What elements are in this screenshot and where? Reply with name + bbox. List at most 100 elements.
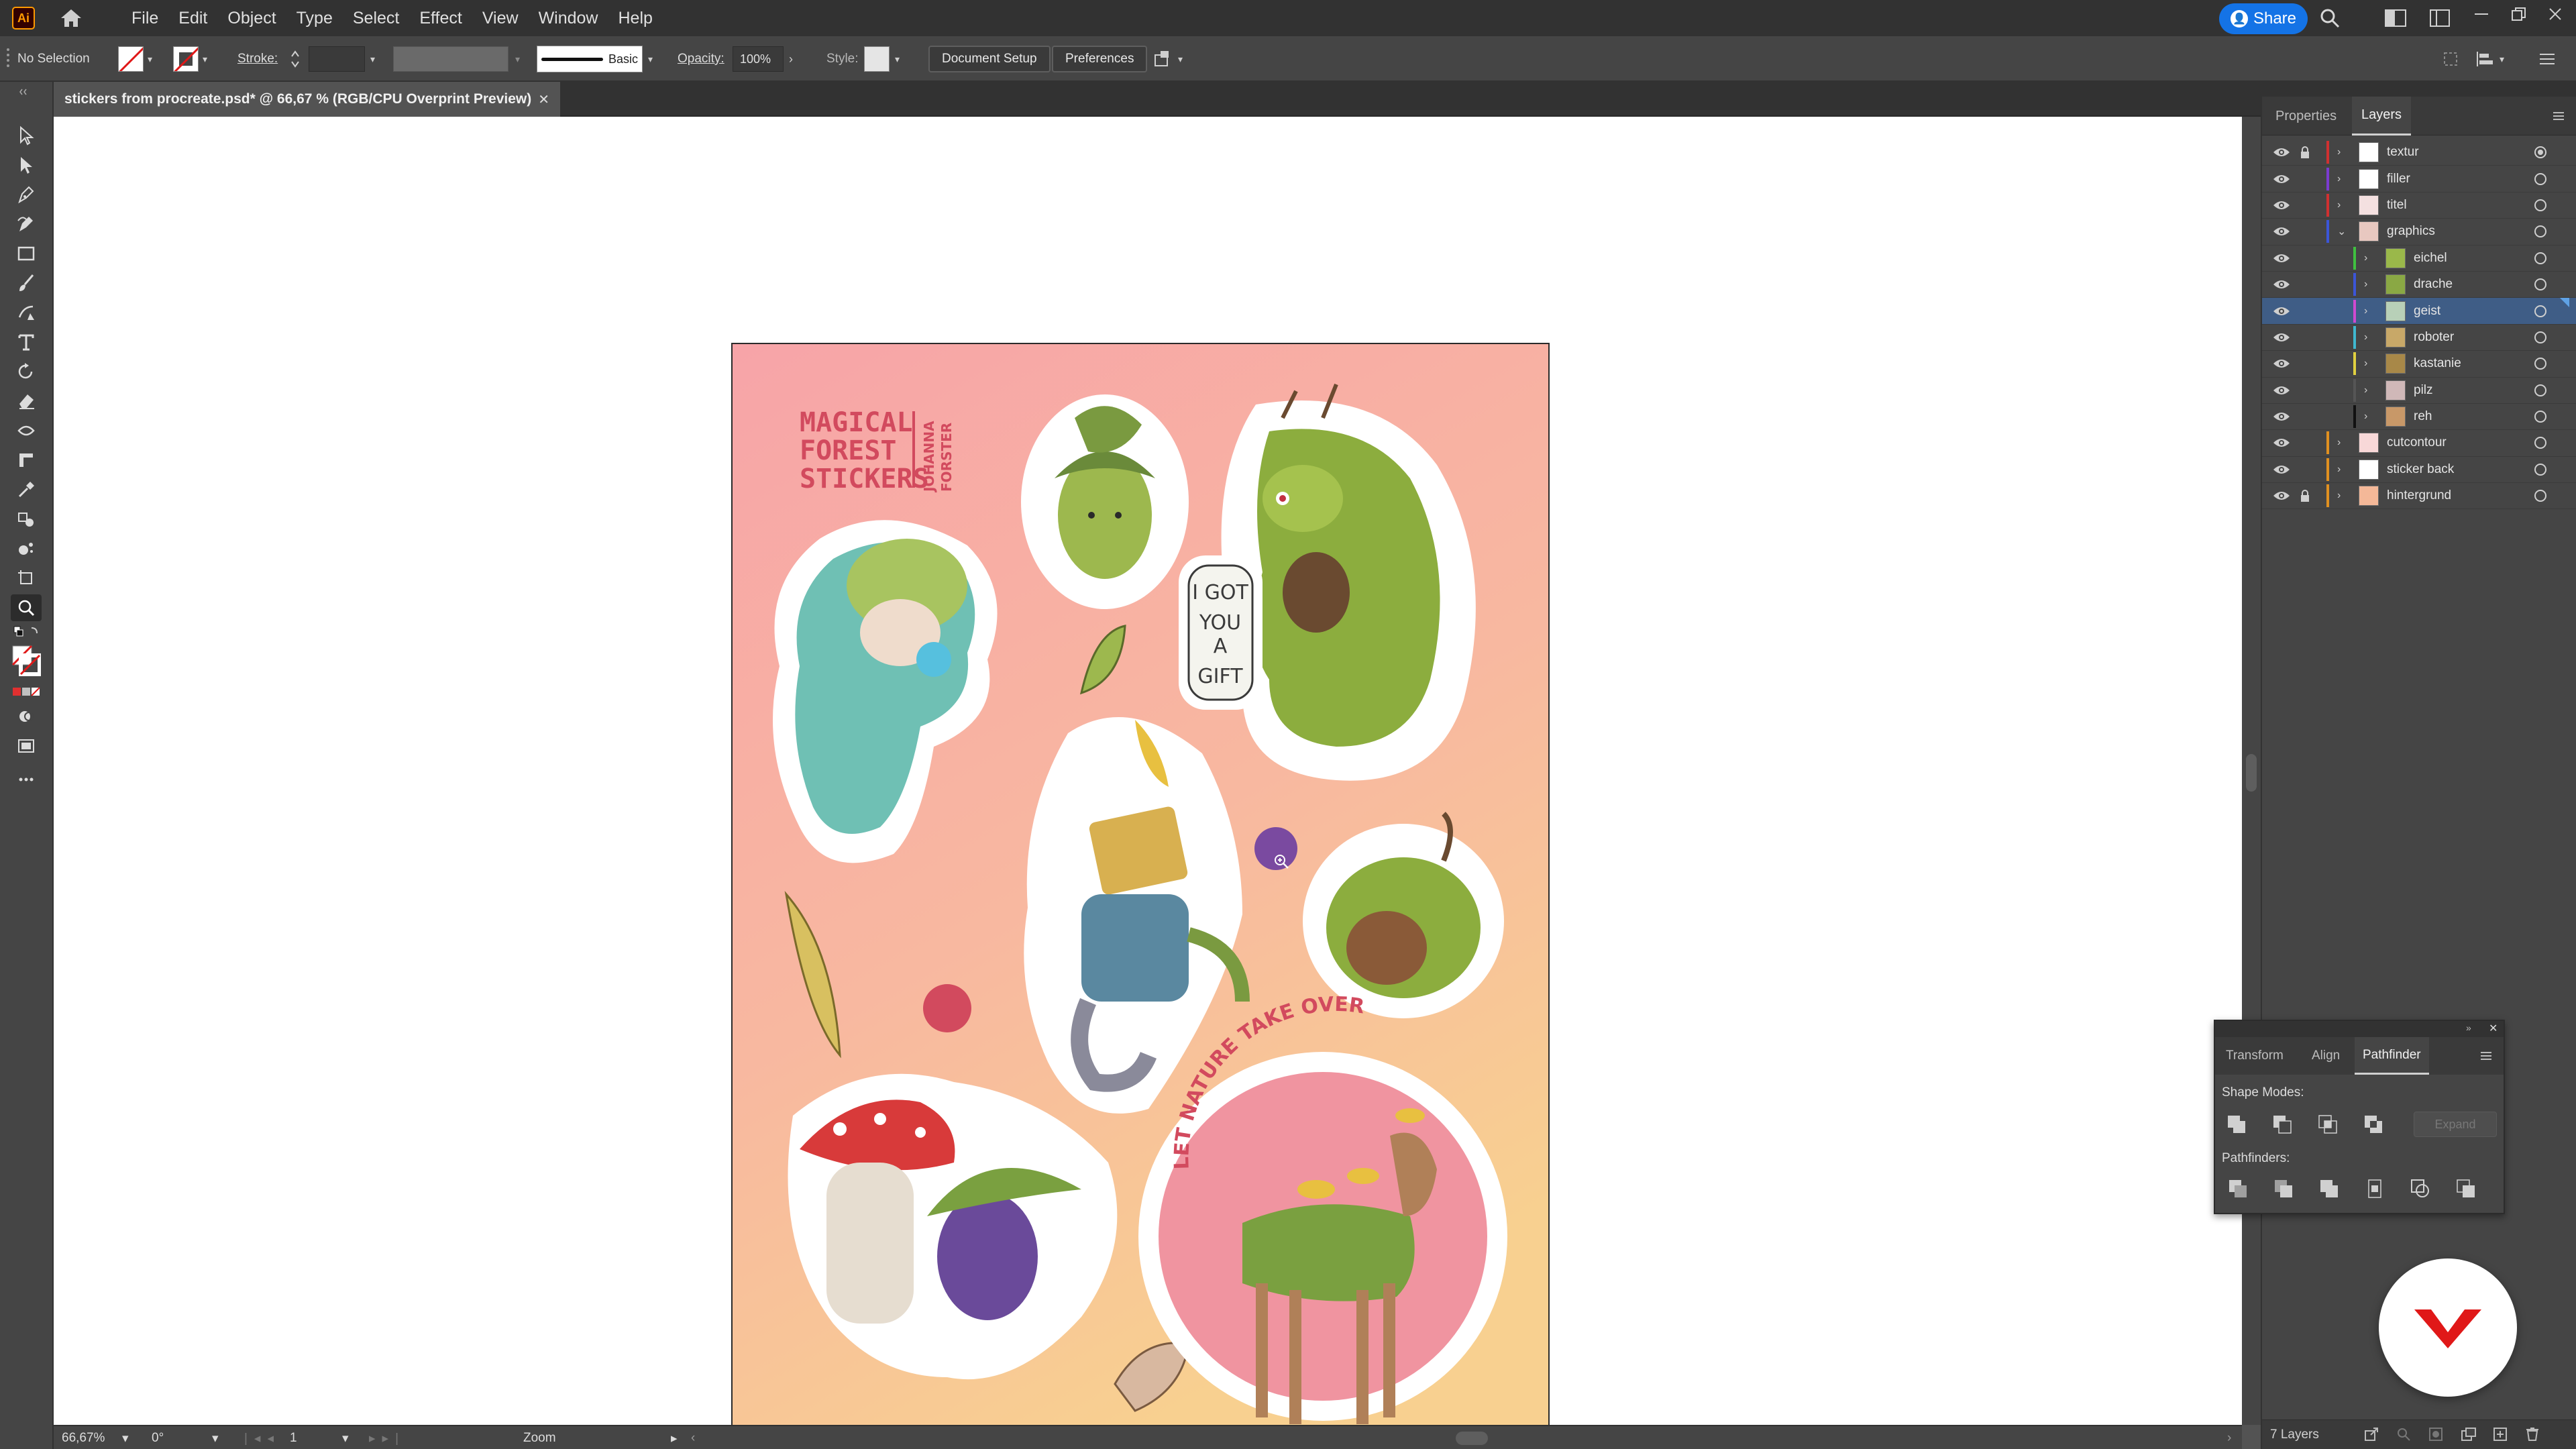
menu-effect[interactable]: Effect (419, 9, 462, 28)
chevron-left-icon[interactable]: ‹ (691, 1426, 695, 1449)
divide-icon[interactable] (2224, 1175, 2251, 1202)
artboard[interactable]: MAGICAL FOREST STICKERS JOHANNA FORSTER (731, 343, 1550, 1449)
screen-mode-icon[interactable] (11, 733, 42, 759)
color-mode-icons[interactable] (11, 683, 42, 700)
menu-window[interactable]: Window (539, 9, 598, 28)
chevron-right-icon[interactable]: › (2364, 331, 2367, 343)
free-transform-tool-icon[interactable] (11, 447, 42, 474)
layer-target-icon[interactable] (2534, 252, 2546, 264)
variable-width-profile[interactable] (393, 46, 508, 72)
chevron-down-icon[interactable]: ▾ (212, 1426, 219, 1449)
eye-icon[interactable] (2273, 411, 2290, 422)
restore-icon[interactable] (2506, 1, 2532, 27)
chevron-down-icon[interactable]: ▾ (122, 1426, 129, 1449)
lock-toggle[interactable] (2300, 357, 2310, 370)
menu-view[interactable]: View (482, 9, 519, 28)
close-icon[interactable]: ✕ (538, 91, 549, 108)
tab-align[interactable]: Align (2312, 1037, 2340, 1075)
eye-icon[interactable] (2273, 437, 2290, 448)
layer-row[interactable]: › hintergrund (2262, 483, 2576, 510)
eyedropper-tool-icon[interactable] (11, 476, 42, 503)
chevron-right-icon[interactable]: › (2364, 305, 2367, 317)
artboard-nav-prev[interactable]: |◂◂ (244, 1426, 280, 1449)
locate-object-icon[interactable] (2396, 1427, 2411, 1446)
lock-toggle[interactable] (2300, 384, 2310, 397)
artboard-nav-next[interactable]: ▸▸| (369, 1426, 405, 1449)
chevron-down-icon[interactable]: ▾ (370, 54, 375, 65)
lock-toggle[interactable] (2300, 199, 2310, 212)
chevron-right-icon[interactable]: › (2364, 278, 2367, 290)
chevron-down-icon[interactable]: ▾ (1178, 54, 1183, 65)
layer-row[interactable]: › geist (2262, 298, 2576, 325)
chevron-down-icon[interactable]: ▾ (648, 54, 653, 65)
artboard-tool-icon[interactable] (11, 565, 42, 592)
layer-target-icon[interactable] (2534, 463, 2546, 476)
layer-row[interactable]: › drache (2262, 272, 2576, 299)
chevron-right-icon[interactable]: › (2337, 173, 2341, 185)
chevron-down-icon[interactable]: ▾ (2500, 54, 2504, 65)
eye-icon[interactable] (2273, 279, 2290, 290)
lock-toggle[interactable] (2300, 436, 2310, 449)
pen-tool-icon[interactable] (11, 181, 42, 208)
eye-icon[interactable] (2273, 464, 2290, 475)
toolbar-collapse-icon[interactable] (11, 87, 42, 97)
minus-back-icon[interactable] (2453, 1175, 2479, 1202)
tab-layers[interactable]: Layers (2352, 97, 2412, 136)
rotate-tool-icon[interactable] (11, 358, 42, 385)
drawing-modes-icon[interactable] (11, 703, 42, 730)
width-tool-icon[interactable] (11, 417, 42, 444)
chevron-down-icon[interactable]: ⌄ (2337, 225, 2346, 238)
curvature-tool-icon[interactable] (11, 211, 42, 237)
chevron-down-icon[interactable]: ▾ (203, 54, 207, 65)
paintbrush-tool-icon[interactable] (11, 270, 42, 297)
layer-row[interactable]: › titel (2262, 193, 2576, 219)
lock-toggle[interactable] (2300, 225, 2310, 238)
outline-icon[interactable] (2407, 1175, 2434, 1202)
eye-icon[interactable] (2273, 490, 2290, 501)
zoom-tool-icon[interactable] (11, 594, 42, 621)
lock-toggle[interactable] (2300, 463, 2310, 476)
preferences-button[interactable]: Preferences (1052, 46, 1148, 72)
zoom-level-field[interactable]: 66,67% (62, 1426, 105, 1449)
layer-row[interactable]: › pilz (2262, 378, 2576, 404)
selection-tool-icon[interactable] (11, 122, 42, 149)
chevron-down-icon[interactable]: ▾ (148, 54, 152, 65)
eye-icon[interactable] (2273, 306, 2290, 317)
type-tool-icon[interactable] (11, 329, 42, 356)
selection-indicator[interactable] (2560, 298, 2569, 308)
align-icon[interactable]: ▾ (2475, 36, 2504, 82)
eye-icon[interactable] (2273, 147, 2290, 158)
close-icon[interactable]: ✕ (2489, 1022, 2498, 1035)
eye-icon[interactable] (2273, 358, 2290, 369)
chevron-right-icon[interactable]: › (2227, 1426, 2231, 1449)
chevron-down-icon[interactable]: ▾ (515, 54, 520, 65)
rotation-field[interactable]: 0° (152, 1426, 164, 1449)
layer-target-icon[interactable] (2534, 331, 2546, 343)
symbol-sprayer-tool-icon[interactable] (11, 535, 42, 562)
layer-target-icon[interactable] (2534, 199, 2546, 211)
layer-target-icon[interactable] (2534, 305, 2546, 317)
home-icon[interactable] (58, 5, 85, 32)
chevron-right-icon[interactable]: › (2364, 411, 2367, 423)
arrange-documents-icon[interactable] (2383, 5, 2408, 31)
layer-target-icon[interactable] (2534, 384, 2546, 396)
layer-target-icon[interactable] (2534, 490, 2546, 502)
graphic-style-swatch[interactable] (864, 46, 890, 72)
panel-menu-icon[interactable] (2538, 36, 2556, 82)
layer-row[interactable]: › filler (2262, 166, 2576, 193)
trash-icon[interactable] (2525, 1427, 2540, 1446)
collapse-panel-icon[interactable]: » (2466, 1022, 2471, 1033)
edit-toolbar-icon[interactable] (11, 773, 42, 786)
layer-row[interactable]: › reh (2262, 404, 2576, 431)
menu-type[interactable]: Type (297, 9, 333, 28)
menu-select[interactable]: Select (353, 9, 399, 28)
opacity-label[interactable]: Opacity: (678, 36, 724, 82)
fill-swatch[interactable]: ▾ (118, 36, 152, 82)
chevron-right-icon[interactable]: › (2364, 384, 2367, 396)
brush-definition[interactable]: Basic (537, 46, 643, 72)
document-tab[interactable]: stickers from procreate.psd* @ 66,67 % (… (54, 82, 560, 117)
eye-icon[interactable] (2273, 332, 2290, 343)
minimize-icon[interactable] (2469, 1, 2494, 27)
layer-row[interactable]: › roboter (2262, 325, 2576, 352)
crop-icon[interactable] (2361, 1175, 2388, 1202)
